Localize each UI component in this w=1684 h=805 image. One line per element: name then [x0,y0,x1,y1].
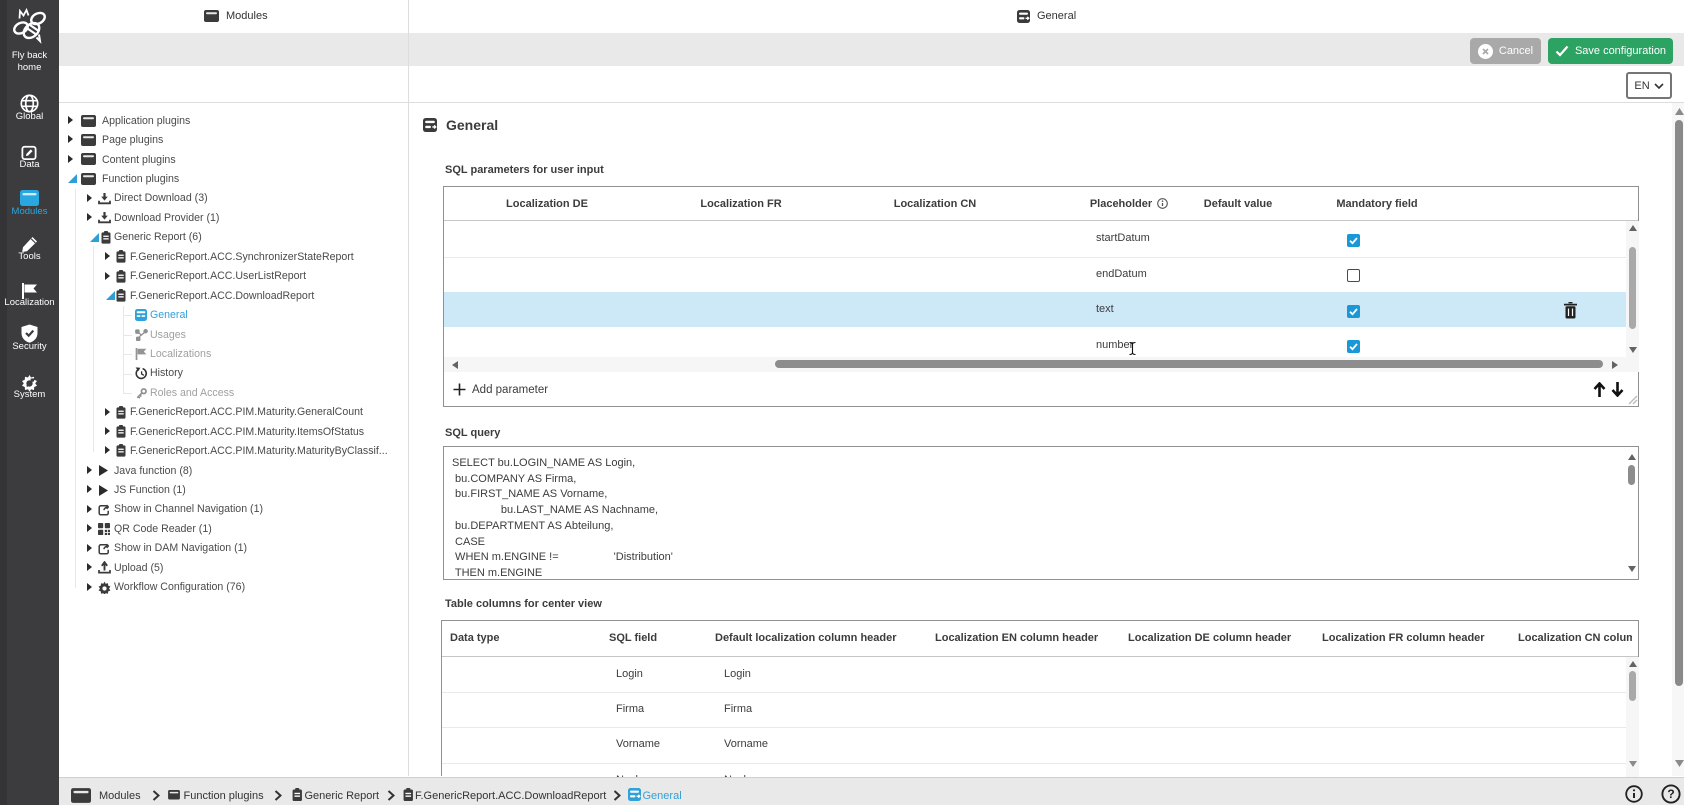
svg-text:?: ? [1667,787,1674,801]
